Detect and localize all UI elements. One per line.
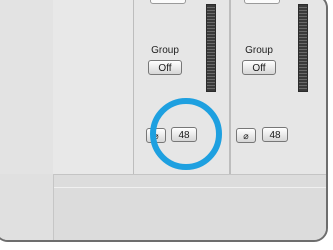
mixer-window: 0 Group Off ⌀ 48 20 Group Off ⌀ 48: [0, 0, 328, 242]
channel-1-level-meter: [206, 4, 216, 92]
bottom-left-panel: [0, 174, 54, 240]
left-panel: [0, 0, 54, 174]
channel-2-input-48-button[interactable]: 48: [262, 127, 288, 142]
channel-1-group-button[interactable]: Off: [148, 60, 182, 75]
channel-1-input-48-button[interactable]: 48: [171, 127, 197, 142]
empty-strip: [53, 0, 134, 174]
channel-2-phase-invert-button[interactable]: ⌀: [236, 128, 256, 143]
channel-2-value-field[interactable]: 20: [244, 0, 280, 4]
channel-1-group-label: Group: [151, 45, 179, 56]
channel-2-group-button[interactable]: Off: [242, 60, 276, 75]
channel-1-value-field[interactable]: 0: [150, 0, 186, 4]
channel-2-level-meter: [298, 4, 308, 92]
channel-1-phase-invert-button[interactable]: ⌀: [146, 128, 166, 143]
screenshot-frame: 0 Group Off ⌀ 48 20 Group Off ⌀ 48: [0, 0, 333, 250]
channel-separator: [229, 0, 231, 174]
channel-2-group-label: Group: [245, 45, 273, 56]
